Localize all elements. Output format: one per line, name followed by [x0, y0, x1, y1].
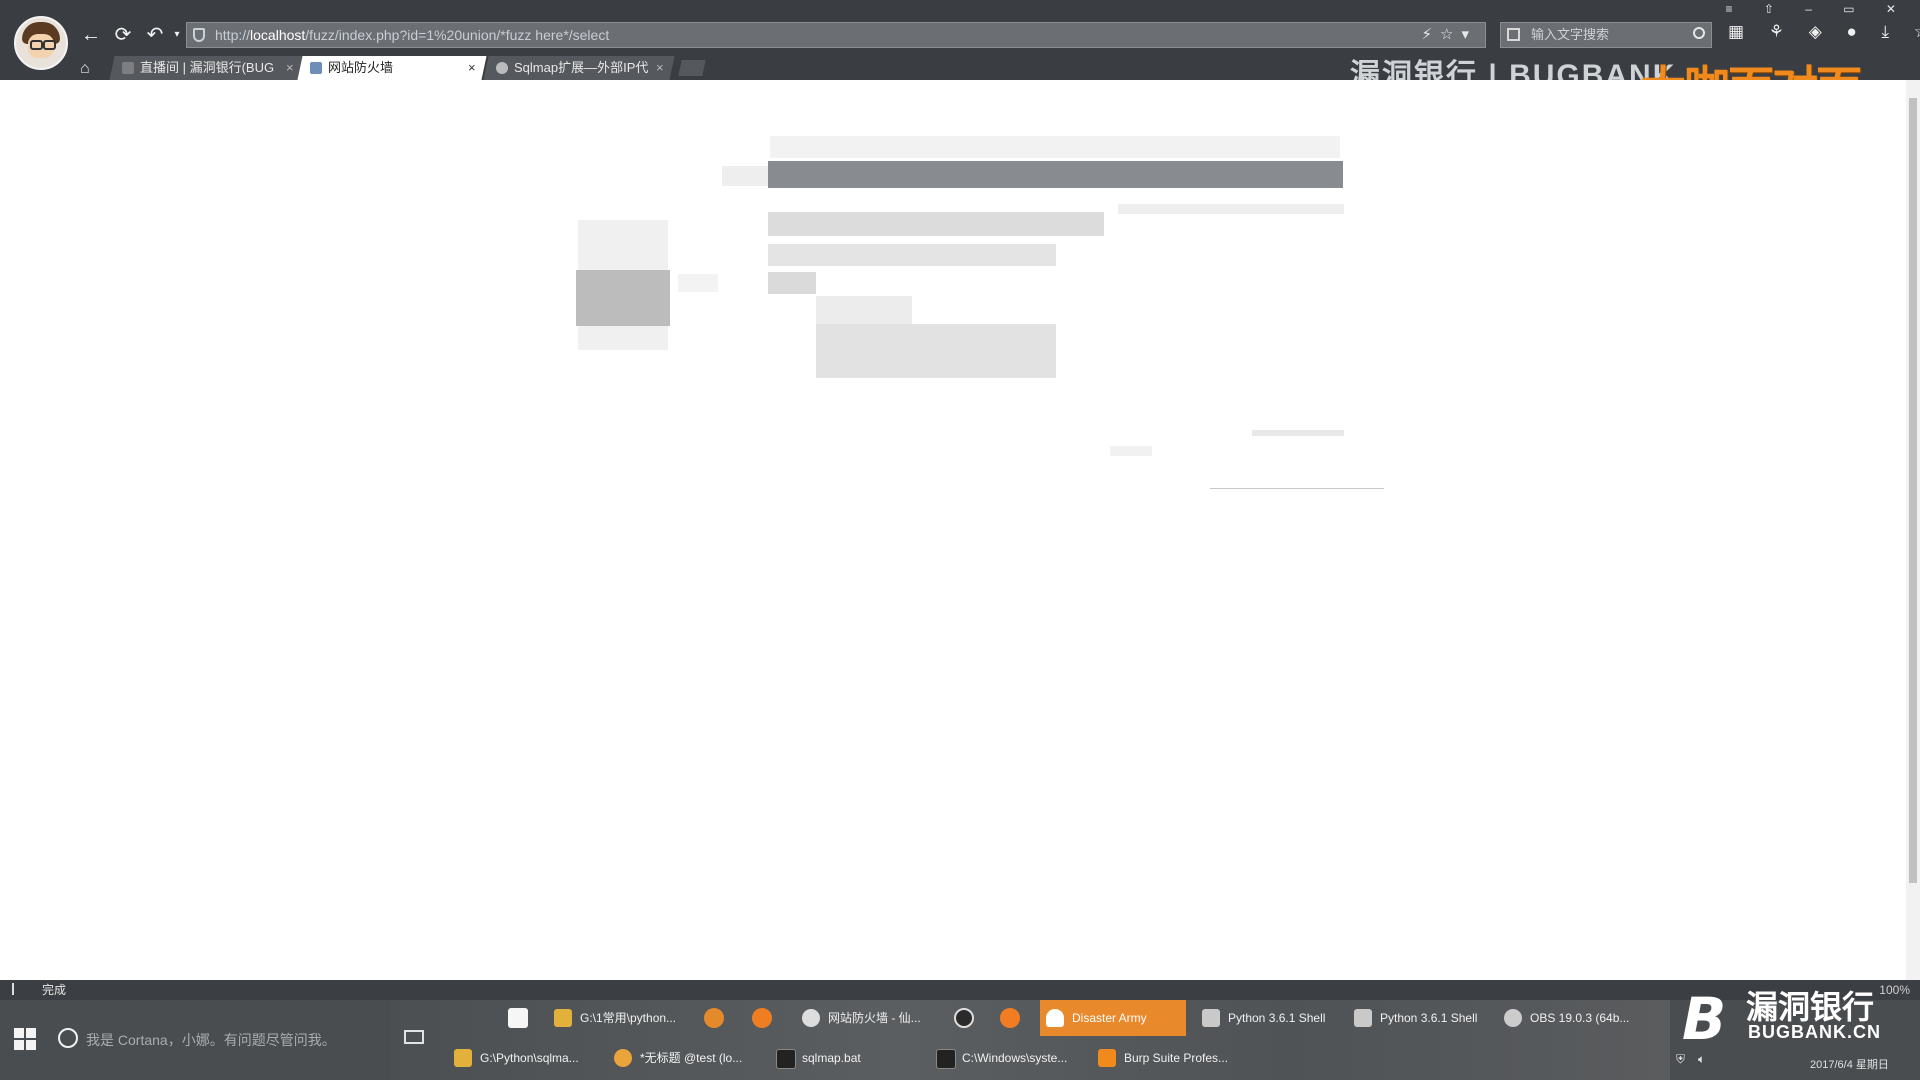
blurred-text-line — [768, 244, 1056, 266]
page-icon — [122, 62, 134, 74]
close-icon[interactable]: × — [656, 56, 664, 80]
status-icon — [12, 983, 24, 995]
tab-bugbank-live[interactable]: 直播间 | 漏洞银行(BUG × — [109, 56, 305, 80]
search-placeholder: 输入文字搜索 — [1531, 27, 1610, 42]
search-box[interactable]: 输入文字搜索 — [1500, 22, 1712, 48]
bugbank-logo: B — [1682, 985, 1727, 1053]
taskbar-item-label: Python 3.6.1 Shell — [1380, 1011, 1478, 1025]
back-arrow-icon[interactable]: ← — [78, 22, 104, 48]
taskbar-item[interactable]: Disaster Army — [1040, 1000, 1186, 1036]
search-engine-icon — [1507, 28, 1520, 41]
search-icon[interactable] — [1693, 27, 1705, 39]
new-tab-button[interactable] — [678, 60, 706, 76]
zoom-level[interactable]: 100% — [1879, 980, 1910, 1000]
address-actions[interactable]: ⚡☆▾ — [1421, 23, 1477, 47]
cmd-icon — [936, 1049, 956, 1069]
folder-icon — [554, 1009, 572, 1027]
divider — [1210, 488, 1384, 489]
taskbar-item[interactable]: OBS 19.0.3 (64b... — [1498, 1000, 1634, 1036]
shield-icon[interactable]: ⛨ — [1676, 1052, 1685, 1067]
obs-icon — [1504, 1009, 1522, 1027]
clock-date[interactable]: 2017/6/4 星期日 — [1810, 1056, 1889, 1072]
scrollbar-thumb[interactable] — [1909, 98, 1917, 883]
browser-chrome: ← ⟳ ↶ ▾ http://localhost/fuzz/index.php?… — [0, 0, 1920, 115]
waf-warning-bar — [768, 161, 1343, 188]
tray-brand-en: BUGBANK.CN — [1748, 1022, 1881, 1042]
github-icon — [496, 62, 508, 74]
toolbar-icons[interactable]: ▦ ⚘ ◈ ● ⤓ ☆ — [1728, 22, 1920, 42]
taskbar-item-label: C:\Windows\syste... — [962, 1051, 1068, 1065]
navicat-icon — [614, 1049, 632, 1067]
tab-sqlmap[interactable]: Sqlmap扩展—外部IP代 × — [483, 56, 675, 80]
taskbar-item[interactable]: 网站防火墙 - 仙... — [796, 1000, 928, 1036]
burp-icon — [1098, 1049, 1116, 1067]
user-avatar[interactable] — [14, 16, 68, 70]
blurred-image — [576, 270, 670, 326]
blurred-text-block — [816, 324, 1056, 378]
taskbar-item[interactable]: Python 3.6.1 Shell — [1196, 1000, 1336, 1036]
blurred-text-line — [1110, 446, 1152, 456]
close-icon[interactable]: × — [286, 56, 294, 80]
cmd-icon — [776, 1049, 796, 1069]
address-path: /fuzz/index.php?id=1%20union/*fuzz here*… — [305, 27, 610, 43]
page-icon — [310, 62, 322, 74]
python-icon — [1354, 1009, 1372, 1027]
taskbar-item[interactable]: G:\1常用\python... — [548, 1000, 690, 1036]
blurred-text-line — [768, 272, 816, 294]
qq-icon[interactable] — [954, 1008, 974, 1028]
blurred-text-line — [770, 136, 1340, 158]
taskbar-item-label: G:\1常用\python... — [580, 1011, 677, 1025]
cortana-icon[interactable] — [58, 1028, 78, 1048]
address-host: localhost — [250, 27, 306, 43]
ghost-icon — [1046, 1009, 1064, 1027]
taskbar-item[interactable]: *无标题 @test (lo... — [608, 1040, 758, 1076]
blurred-text-line — [1252, 430, 1344, 436]
taskbar-item-label: OBS 19.0.3 (64b... — [1530, 1011, 1630, 1025]
cortana-search[interactable]: 我是 Cortana，小娜。有问题尽管问我。 — [86, 1030, 336, 1050]
folder-icon — [454, 1049, 472, 1067]
task-view-icon[interactable] — [404, 1030, 424, 1044]
blurred-text-line — [816, 296, 912, 326]
taskbar-item-label: G:\Python\sqlma... — [480, 1051, 579, 1065]
firefox-icon[interactable] — [704, 1008, 724, 1028]
python-icon — [1202, 1009, 1220, 1027]
volume-icon[interactable]: 🔈︎ — [1698, 1052, 1705, 1067]
taskbar-item[interactable]: G:\Python\sqlma... — [448, 1040, 598, 1076]
windows-start-icon[interactable] — [14, 1028, 36, 1050]
taskbar-item-label: sqlmap.bat — [802, 1051, 861, 1065]
scrollbar[interactable] — [1906, 80, 1920, 980]
taskbar-item[interactable]: Python 3.6.1 Shell — [1348, 1000, 1488, 1036]
store-icon[interactable] — [508, 1008, 528, 1028]
address-bar[interactable]: http://localhost/fuzz/index.php?id=1%20u… — [186, 22, 1486, 48]
taskbar-item-label: Python 3.6.1 Shell — [1228, 1011, 1326, 1025]
uc-browser-icon[interactable] — [752, 1008, 772, 1028]
reload-icon[interactable]: ⟳ — [110, 22, 136, 48]
blurred-text-line — [1118, 204, 1344, 214]
page-content — [0, 80, 1906, 980]
taskbar-item-label: *无标题 @test (lo... — [640, 1051, 743, 1065]
taskbar-item-label: 网站防火墙 - 仙... — [828, 1011, 921, 1025]
netease-music-icon[interactable] — [1000, 1008, 1020, 1028]
taskbar-item-label: Burp Suite Profes... — [1124, 1051, 1229, 1065]
window-controls[interactable]: ≡ ⇧ – ▭ ✕ — [1726, 2, 1910, 16]
tab-label: 网站防火墙 — [328, 60, 394, 75]
status-bar: 完成 100% — [0, 980, 1920, 1000]
browser-icon — [802, 1009, 820, 1027]
blurred-text-line — [722, 166, 768, 186]
tab-waf[interactable]: 网站防火墙 × — [297, 56, 487, 80]
taskbar-item[interactable]: Burp Suite Profes... — [1092, 1040, 1242, 1076]
home-icon[interactable]: ⌂ — [80, 60, 90, 78]
taskbar-item[interactable]: C:\Windows\syste... — [930, 1040, 1080, 1076]
shield-icon — [193, 28, 205, 42]
blurred-text-line — [678, 274, 718, 292]
tab-label: Sqlmap扩展—外部IP代 — [514, 60, 649, 75]
tab-label: 直播间 | 漏洞银行(BUG — [140, 60, 275, 75]
blurred-text-line — [768, 212, 1104, 236]
address-scheme: http:// — [215, 27, 251, 43]
taskbar-item-label: Disaster Army — [1072, 1011, 1147, 1025]
close-icon[interactable]: × — [468, 56, 476, 80]
taskbar-item[interactable]: sqlmap.bat — [770, 1040, 910, 1076]
status-text: 完成 — [42, 983, 67, 997]
